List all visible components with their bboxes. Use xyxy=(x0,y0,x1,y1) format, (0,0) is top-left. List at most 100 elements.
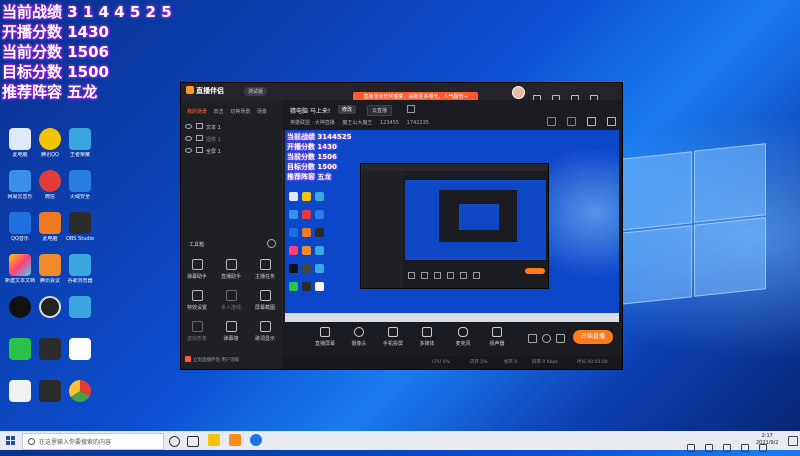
tool-avatar[interactable]: 虚拟形象 xyxy=(181,321,213,342)
source-item-fullscreen[interactable]: 全屏 1 xyxy=(185,147,221,155)
grid-icon[interactable] xyxy=(586,117,596,126)
screenshot-icon xyxy=(259,290,271,301)
edit-icon[interactable] xyxy=(407,105,415,113)
desktop-icon-game[interactable]: 王者荣耀 xyxy=(62,128,98,158)
tool-live-assistant[interactable]: 直播助手 xyxy=(215,259,247,280)
link-icon xyxy=(225,290,237,301)
status-cpu: CPU 0% xyxy=(432,360,450,365)
preview-desktop-icon xyxy=(315,246,324,255)
preview-overlay-line: 目标分数 1500 xyxy=(287,163,337,171)
status-bitrate: 码率 0 Kbps xyxy=(532,360,558,365)
tab-switch[interactable]: 切换场景 xyxy=(230,109,250,115)
status-bar: CPU 0% 内存 1% 帧率 0 码率 0 Kbps 时长 00:00:00 xyxy=(282,356,622,369)
notice-icon xyxy=(185,356,191,362)
microphone-button[interactable]: 麦克风 xyxy=(448,327,478,347)
overlay-record: 当前战绩 3 1 4 4 5 2 5 xyxy=(2,3,172,21)
desktop-icon-document[interactable] xyxy=(62,338,98,360)
user-notice[interactable]: 立刻直播伴侣 用户须知 xyxy=(185,356,239,363)
network-icon[interactable] xyxy=(723,444,732,452)
volume-icon[interactable] xyxy=(741,444,750,452)
source-item-text[interactable]: 文本 1 xyxy=(185,123,221,131)
cloud-tag[interactable]: 云直播 xyxy=(367,105,393,116)
start-live-button[interactable]: 开始直播 xyxy=(573,330,613,344)
camera-button[interactable]: 摄像头 xyxy=(344,327,374,347)
tool-danmaku-wall[interactable]: 弹幕墙 xyxy=(215,321,247,342)
lyrics-icon xyxy=(259,321,271,332)
start-button[interactable] xyxy=(6,436,15,445)
tray-expand-icon[interactable] xyxy=(687,444,695,452)
preview-eye-icon[interactable] xyxy=(542,334,551,343)
stream-stats-overlay: 当前战绩 3 1 4 4 5 2 5 开播分数 1430 当前分数 1506 目… xyxy=(2,2,172,102)
screen-capture-button[interactable]: 直播屏幕 xyxy=(310,327,340,347)
status-duration: 时长 00:00:00 xyxy=(577,360,608,365)
gear-icon[interactable] xyxy=(556,334,565,343)
overlay-current-score: 当前分数 1506 xyxy=(2,43,109,61)
desktop-icon-game3[interactable]: 谷歌浏览器 xyxy=(62,254,98,284)
preview-desktop-icon xyxy=(302,282,311,291)
stream-preview[interactable]: 当前战绩 3144525 开播分数 1430 当前分数 1506 目标分数 15… xyxy=(285,130,619,322)
browser-taskbar-icon[interactable] xyxy=(250,434,262,446)
tool-danmaku[interactable]: 弹幕助手 xyxy=(181,259,213,280)
live-companion-taskbar-icon[interactable] xyxy=(229,434,241,446)
sidebar: 我的场景 双击 切换场景 场景 文本 1 图像 1 全屏 1 工具箱 弹幕助手 … xyxy=(181,100,283,369)
desktop-icon-game2[interactable]: OBS Studio xyxy=(62,212,98,242)
taskbar-search[interactable]: 在这里输入你要搜索的内容 xyxy=(22,433,164,450)
tool-tasks[interactable]: 主播任务 xyxy=(249,259,281,280)
multimedia-button[interactable]: 多媒体 xyxy=(412,327,442,347)
nested-screen xyxy=(405,180,546,260)
user-avatar[interactable] xyxy=(512,86,525,99)
record-icon[interactable] xyxy=(528,334,537,343)
preview-desktop-icon xyxy=(315,210,324,219)
overlay-lineup: 推荐阵容 五龙 xyxy=(2,83,98,101)
desktop-icon-app[interactable]: 火绒安全 xyxy=(62,170,98,200)
file-explorer-icon[interactable] xyxy=(208,434,220,446)
source-item-image[interactable]: 图像 1 xyxy=(185,135,221,143)
windows-logo-wallpaper xyxy=(620,143,770,305)
phone-cast-button[interactable]: 手机投屏 xyxy=(378,327,408,347)
speaker-icon xyxy=(492,327,502,337)
wall-icon xyxy=(225,321,237,332)
preview-desktop-icon xyxy=(315,264,324,273)
toolbox-title: 工具箱 xyxy=(189,242,205,248)
room-header: 猜电脑 马上来! 修改 云直播 英雄联盟 · 大神直播 魔王山大魔王 12345… xyxy=(282,100,622,130)
version-badge: 测试版 xyxy=(244,87,268,96)
tab-my-scenes[interactable]: 我的场景 xyxy=(187,109,207,115)
notification-icon[interactable] xyxy=(788,436,798,446)
task-view-icon[interactable] xyxy=(187,436,199,447)
tab-scene[interactable]: 场景 xyxy=(257,109,267,115)
nested-sidebar xyxy=(361,171,403,288)
clock[interactable]: 2:17 2021/9/2 xyxy=(756,433,778,447)
tool-effects[interactable]: 特效设置 xyxy=(181,290,213,311)
speaker-button[interactable]: 扬声器 xyxy=(482,327,512,347)
nested-inner-window xyxy=(439,190,517,242)
share-icon[interactable] xyxy=(607,117,616,126)
tool-lyrics[interactable]: 歌词显示 xyxy=(249,321,281,342)
room-category: 英雄联盟 · 大神直播 xyxy=(290,120,335,126)
tool-multi-link[interactable]: 多人连线 xyxy=(215,290,247,311)
cortana-icon[interactable] xyxy=(169,436,180,447)
nested-start-button xyxy=(525,268,545,274)
desktop-icon-chrome[interactable] xyxy=(62,380,98,402)
image-icon xyxy=(196,135,203,141)
preview-desktop-icon xyxy=(302,246,311,255)
edit-tag[interactable]: 修改 xyxy=(338,105,357,114)
gift-box-icon[interactable] xyxy=(546,117,556,126)
tab-double[interactable]: 双击 xyxy=(214,109,224,115)
preview-overlay: 当前战绩 3144525 开播分数 1430 当前分数 1506 目标分数 15… xyxy=(287,132,352,182)
eye-icon[interactable] xyxy=(185,148,192,153)
eye-icon[interactable] xyxy=(185,124,192,129)
tool-screenshot[interactable]: 屏幕截图 xyxy=(249,290,281,311)
text-icon xyxy=(196,123,203,129)
search-placeholder: 在这里输入你要搜索的内容 xyxy=(39,439,112,446)
clock-time: 2:17 xyxy=(761,433,773,439)
preview-overlay-line: 开播分数 1430 xyxy=(287,143,337,151)
preview-overlay-line: 当前战绩 3144525 xyxy=(287,133,352,141)
desktop-icon-game4[interactable] xyxy=(62,296,98,318)
tray-app-icon[interactable] xyxy=(705,444,714,452)
eye-icon[interactable] xyxy=(185,136,192,141)
fans-icon[interactable] xyxy=(566,117,576,126)
preview-desktop-icon xyxy=(289,282,298,291)
overlay-start-score: 开播分数 1430 xyxy=(2,23,109,41)
live-companion-window: 直播伴侣 测试版 直播活动年终盛宴，赢取更多曝光，人气翻倍→ 我的场景 双击 切… xyxy=(180,82,623,370)
toolbox-more-icon[interactable] xyxy=(267,239,276,248)
